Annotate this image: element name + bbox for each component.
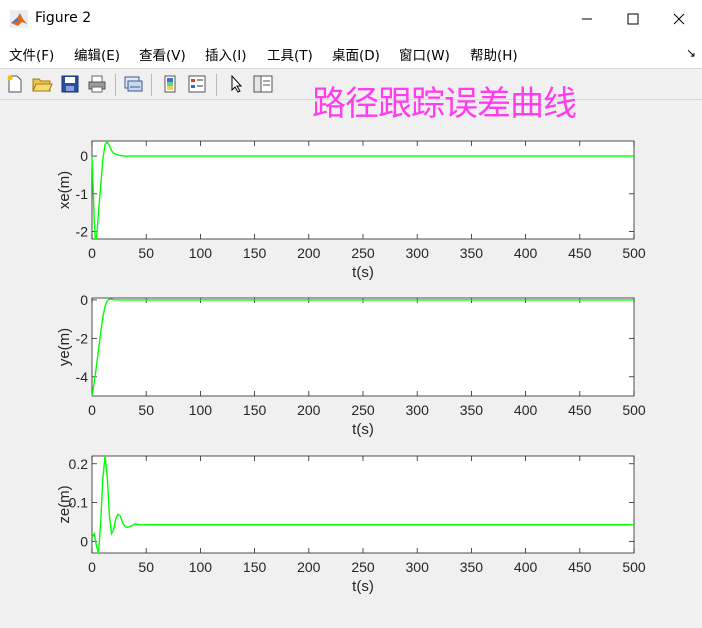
- y-tick-label: -4: [76, 369, 89, 385]
- new-file-icon[interactable]: [4, 73, 26, 95]
- y-tick-label: -2: [76, 330, 89, 346]
- legend-icon[interactable]: [186, 73, 208, 95]
- x-tick-label: 250: [351, 559, 375, 575]
- y-tick-label: 0: [80, 148, 88, 164]
- menu-edit[interactable]: 编辑(E): [74, 44, 120, 64]
- maximize-icon: [627, 13, 639, 25]
- x-tick-label: 0: [88, 245, 96, 261]
- x-tick-label: 100: [189, 559, 213, 575]
- pointer-icon[interactable]: [226, 73, 248, 95]
- y-tick-label: 0: [80, 292, 88, 308]
- x-tick-label: 300: [406, 559, 430, 575]
- matlab-logo-icon: [10, 10, 28, 28]
- axes-box-3: [91, 455, 635, 554]
- x-tick-label: 400: [514, 559, 538, 575]
- x-tick-label: 50: [138, 559, 154, 575]
- toolbar-separator: [216, 74, 217, 96]
- x-axis-label: t(s): [352, 578, 374, 595]
- open-folder-icon[interactable]: [31, 73, 53, 95]
- x-tick-label: 350: [460, 402, 484, 418]
- toolbar-separator: [151, 74, 152, 96]
- menu-window[interactable]: 窗口(W): [399, 44, 450, 64]
- x-tick-label: 450: [568, 402, 592, 418]
- x-tick-label: 350: [460, 559, 484, 575]
- property-inspector-icon[interactable]: [252, 73, 274, 95]
- x-tick-label: 100: [189, 402, 213, 418]
- x-tick-label: 150: [243, 245, 267, 261]
- x-tick-label: 100: [189, 245, 213, 261]
- menu-desktop[interactable]: 桌面(D): [332, 44, 380, 64]
- link-plot-icon[interactable]: [122, 73, 144, 95]
- close-button[interactable]: [656, 0, 702, 38]
- y-axis-label: xe(m): [56, 171, 73, 209]
- y-tick-label: -1: [76, 186, 89, 202]
- x-tick-label: 200: [297, 402, 321, 418]
- title-bar: Figure 2: [0, 0, 702, 38]
- x-tick-label: 450: [568, 559, 592, 575]
- x-tick-label: 400: [514, 402, 538, 418]
- menu-help[interactable]: 帮助(H): [470, 44, 518, 64]
- x-tick-label: 400: [514, 245, 538, 261]
- x-tick-label: 300: [406, 402, 430, 418]
- x-tick-label: 150: [243, 559, 267, 575]
- menu-tools[interactable]: 工具(T): [267, 44, 313, 64]
- menu-file[interactable]: 文件(F): [9, 44, 54, 64]
- x-tick-label: 250: [351, 402, 375, 418]
- menu-insert[interactable]: 插入(I): [205, 44, 247, 64]
- minimize-icon: [582, 18, 592, 20]
- x-axis-label: t(s): [352, 264, 374, 281]
- menu-bar: 文件(F) 编辑(E) 查看(V) 插入(I) 工具(T) 桌面(D) 窗口(W…: [0, 38, 702, 69]
- x-tick-label: 500: [622, 559, 646, 575]
- window-title: Figure 2: [35, 10, 92, 26]
- y-axis-label: ze(m): [56, 485, 73, 523]
- x-tick-label: 500: [622, 402, 646, 418]
- x-tick-label: 300: [406, 245, 430, 261]
- print-icon[interactable]: [86, 73, 108, 95]
- colorbar-icon[interactable]: [159, 73, 181, 95]
- axes-box-2: [91, 297, 635, 397]
- dock-arrow-icon[interactable]: ↘: [686, 46, 696, 60]
- toolbar-separator: [115, 74, 116, 96]
- x-tick-label: 350: [460, 245, 484, 261]
- x-tick-label: 0: [88, 402, 96, 418]
- maximize-button[interactable]: [610, 0, 656, 38]
- x-tick-label: 0: [88, 559, 96, 575]
- close-icon: [673, 13, 685, 25]
- minimize-button[interactable]: [564, 0, 610, 38]
- save-icon[interactable]: [59, 73, 81, 95]
- x-tick-label: 200: [297, 245, 321, 261]
- x-tick-label: 50: [138, 402, 154, 418]
- x-axis-label: t(s): [352, 421, 374, 438]
- x-tick-label: 50: [138, 245, 154, 261]
- y-tick-label: 0: [80, 533, 88, 549]
- y-tick-label: 0.2: [69, 456, 89, 472]
- x-tick-label: 450: [568, 245, 592, 261]
- x-tick-label: 250: [351, 245, 375, 261]
- figure-canvas: 0 50 100 150 200 250 300 350 400 450 5000-1-2t(s)x…: [56, 140, 646, 595]
- x-tick-label: 200: [297, 559, 321, 575]
- x-tick-label: 500: [622, 245, 646, 261]
- y-axis-label: ye(m): [56, 328, 73, 366]
- x-tick-label: 150: [243, 402, 267, 418]
- menu-view[interactable]: 查看(V): [139, 44, 186, 64]
- y-tick-label: -2: [76, 223, 89, 239]
